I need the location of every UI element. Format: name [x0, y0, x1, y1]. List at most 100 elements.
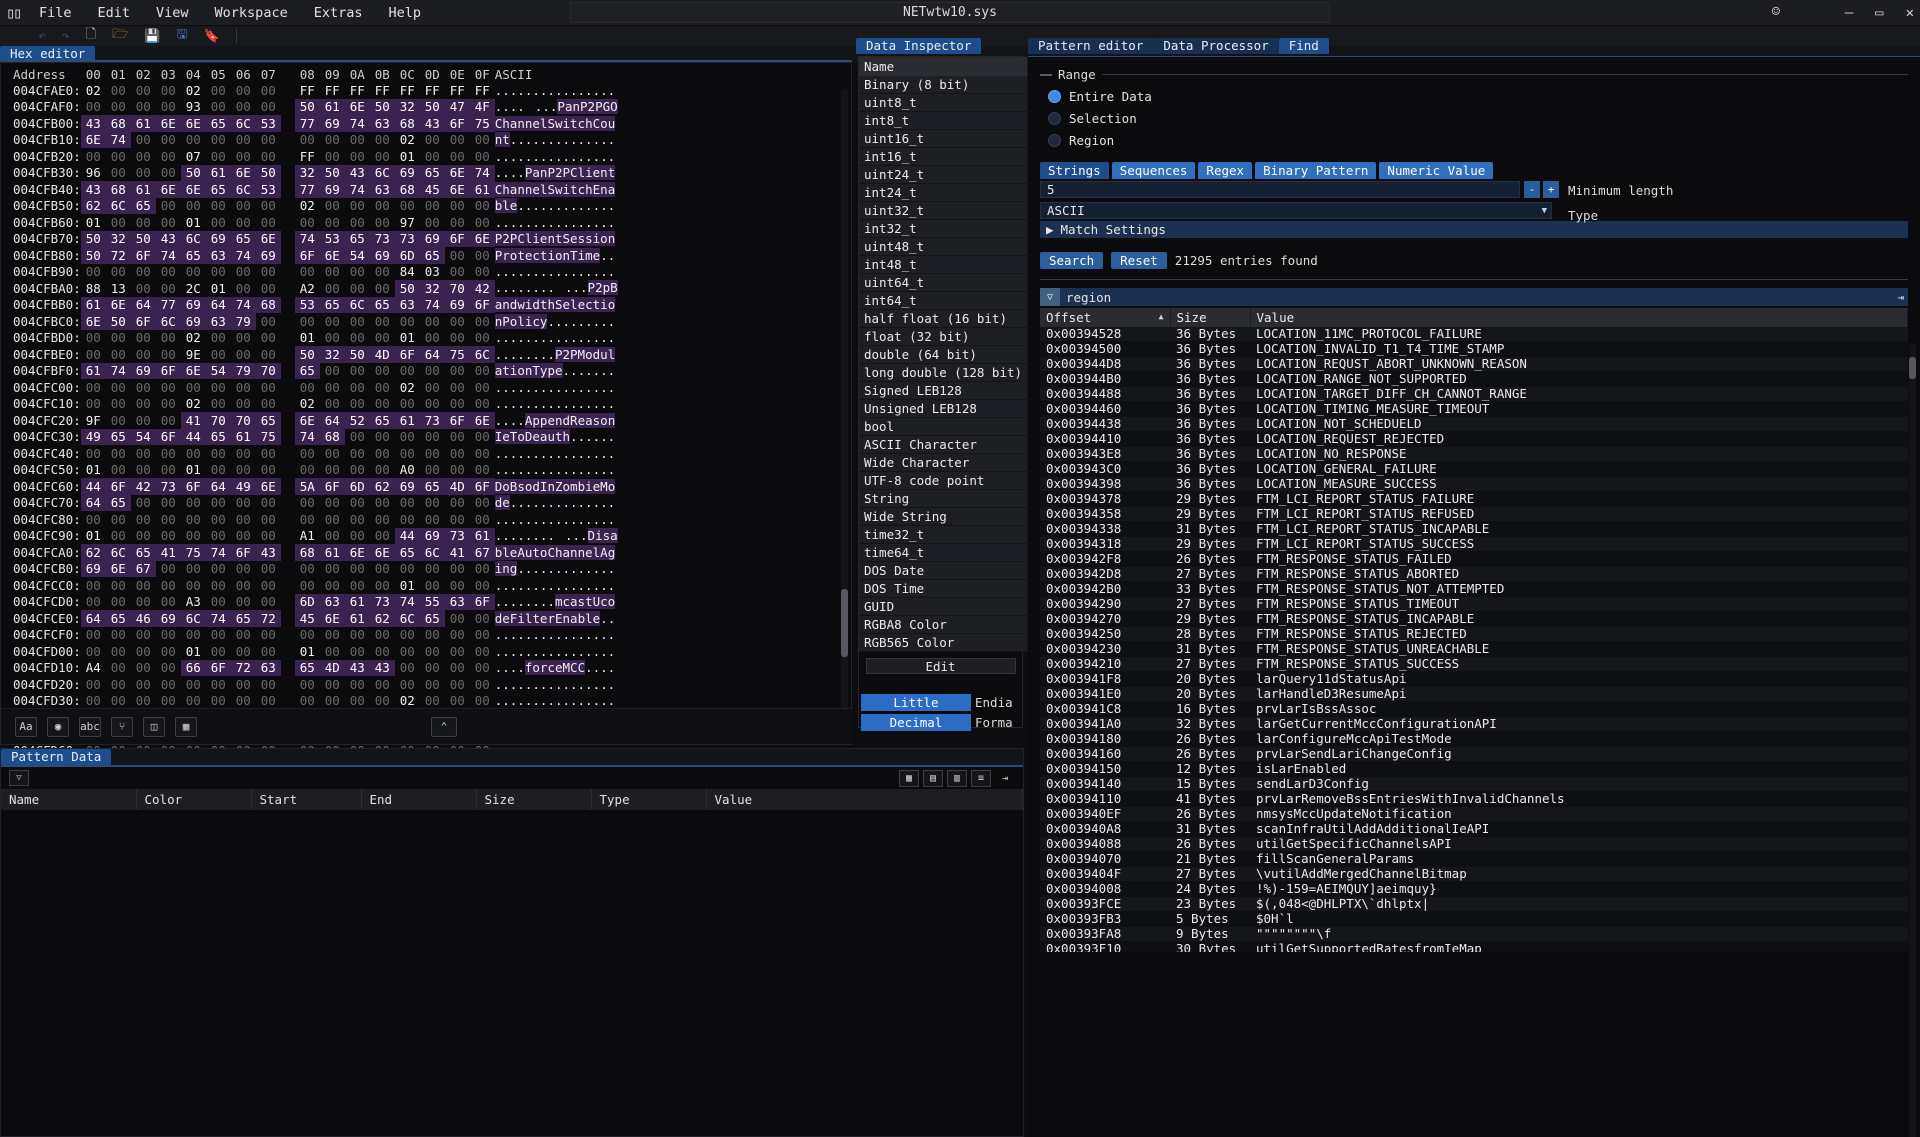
hex-byte-cell[interactable]: 00	[470, 396, 495, 413]
hex-byte-cell[interactable]: 00	[231, 280, 256, 297]
data-inspector-row[interactable]: uint64_t7	[859, 273, 1047, 292]
hex-byte-cell[interactable]: 00	[106, 594, 131, 611]
tab-find[interactable]: Find	[1278, 38, 1329, 54]
hex-byte-cell[interactable]: 6F	[205, 659, 231, 676]
hex-row[interactable]: 004CFCF0: 00 00 00 00 00 00 00 00 00 00 00 00 00 00 00 0…	[13, 627, 618, 644]
hex-byte-cell[interactable]: 02	[295, 198, 320, 215]
hex-byte-cell[interactable]: 00	[181, 528, 206, 545]
hex-byte-cell[interactable]: 00	[206, 82, 231, 99]
hex-byte-cell[interactable]: 00	[106, 82, 131, 99]
results-col-size[interactable]: Size	[1170, 308, 1251, 327]
results-row[interactable]: 0x00393F10 30 Bytes utilGetSupportedRatesf…	[1040, 941, 1908, 952]
hex-byte-cell[interactable]: 13	[106, 280, 131, 297]
menu-extras[interactable]: Extras	[301, 2, 376, 24]
hex-byte-cell[interactable]: 00	[470, 693, 495, 710]
hex-byte-cell[interactable]: 00	[370, 528, 395, 545]
results-row[interactable]: 0x00394210 27 Bytes FTM_RESPONSE_STATUS_SU…	[1040, 656, 1908, 672]
hex-byte-cell[interactable]: 65	[294, 659, 320, 676]
hex-byte-cell[interactable]: 00	[345, 313, 370, 330]
hex-byte-cell[interactable]: 43	[344, 659, 370, 676]
hex-byte-cell[interactable]: 00	[131, 330, 156, 347]
hex-byte-cell[interactable]: 00	[345, 511, 370, 528]
hex-byte-cell[interactable]: 00	[470, 214, 495, 231]
hex-byte-cell[interactable]: 00	[231, 82, 256, 99]
hex-row[interactable]: 004CFB70: 50 32 50 43 6C 69 65 6E 74 53 65 73 73 69 6F 6…	[13, 230, 618, 247]
hex-byte-cell[interactable]: 00	[445, 313, 470, 330]
hex-byte-cell[interactable]: 50	[294, 98, 320, 115]
hex-byte-cell[interactable]: FF	[295, 148, 320, 165]
hex-byte-cell[interactable]: 6E	[180, 181, 206, 198]
hex-byte-cell[interactable]: 00	[320, 577, 345, 594]
menu-file[interactable]: File	[26, 2, 85, 24]
data-inspector-row[interactable]: GUIDI	[859, 597, 1047, 616]
hex-row[interactable]: 004CFC50: 01 00 00 00 01 00 00 00 00 00 00 00 A0 00 00 0…	[13, 462, 618, 479]
hex-byte-cell[interactable]: 00	[320, 132, 345, 149]
hex-byte-cell[interactable]: 00	[295, 495, 320, 512]
hex-byte-cell[interactable]: 6E	[319, 247, 345, 264]
hex-byte-cell[interactable]: 73	[419, 412, 445, 429]
hex-byte-cell[interactable]: 00	[370, 676, 395, 693]
hex-ascii-cell[interactable]: DoBsodInZombieMo	[494, 478, 618, 495]
hex-byte-cell[interactable]: 63	[205, 247, 231, 264]
hex-byte-cell[interactable]: 64	[80, 494, 106, 511]
hex-byte-cell[interactable]: 00	[156, 264, 181, 281]
hex-byte-cell[interactable]: 00	[256, 313, 281, 330]
hex-byte-cell[interactable]: 00	[445, 264, 470, 281]
search-button[interactable]: Search	[1040, 252, 1104, 269]
hex-byte-cell[interactable]: 00	[131, 412, 156, 429]
hex-byte-cell[interactable]: 00	[470, 363, 495, 380]
sort-ascending-icon[interactable]: ▲	[1159, 312, 1164, 321]
hex-byte-cell[interactable]: 00	[445, 495, 470, 512]
minimum-length-input[interactable]: 5	[1040, 181, 1520, 198]
hex-row[interactable]: 004CFC60: 44 6F 42 73 6F 64 49 6E 5A 6F 6D 62 69 65 4D 6…	[13, 478, 618, 495]
hex-byte-cell[interactable]: 00	[420, 643, 445, 660]
hex-row[interactable]: 004CFC00: 00 00 00 00 00 00 00 00 00 00 00 00 02 00 00 0…	[13, 379, 618, 396]
hex-byte-cell[interactable]: 01	[81, 528, 106, 545]
results-row[interactable]: 0x00394398 36 Bytes LOCATION_MEASURE_SUCCE…	[1040, 476, 1908, 492]
hex-byte-cell[interactable]: 00	[131, 396, 156, 413]
hex-byte-cell[interactable]: 00	[470, 627, 495, 644]
hex-byte-cell[interactable]: 00	[470, 379, 495, 396]
results-row[interactable]: 0x003941A0 32 Bytes larGetCurrentMccConfig…	[1040, 716, 1908, 732]
hex-byte-cell[interactable]: 4F	[469, 98, 495, 115]
hex-byte-cell[interactable]: 02	[181, 82, 206, 99]
data-inspector-row[interactable]: time32_tS	[859, 525, 1047, 544]
hex-ascii-cell[interactable]: ChannelSwitchCou	[494, 115, 618, 132]
hex-row[interactable]: 004CFC90: 01 00 00 00 00 00 00 00 A1 00 00 00 44 69 73 6…	[13, 527, 618, 545]
hex-byte-cell[interactable]: 61	[469, 527, 495, 544]
hex-byte-cell[interactable]: 43	[80, 181, 106, 198]
hex-byte-cell[interactable]: 61	[344, 593, 370, 610]
hex-byte-cell[interactable]: 54	[130, 428, 156, 445]
hex-byte-cell[interactable]: 00	[81, 643, 106, 660]
data-inspector-row[interactable]: time64_tI	[859, 543, 1047, 562]
tab-regex[interactable]: Regex	[1198, 162, 1253, 179]
redo-icon[interactable]: ↷	[62, 29, 70, 44]
hex-byte-cell[interactable]: 50	[344, 346, 370, 363]
hex-byte-cell[interactable]: 00	[320, 462, 345, 479]
hex-byte-cell[interactable]: 01	[181, 462, 206, 479]
hex-byte-cell[interactable]: 77	[155, 296, 181, 313]
hex-byte-cell[interactable]: 03	[420, 264, 445, 281]
data-inspector-row[interactable]: ASCII Character'	[859, 435, 1047, 454]
hex-byte-cell[interactable]: 00	[206, 511, 231, 528]
hex-row[interactable]: 004CFBE0: 00 00 00 00 9E 00 00 00 50 32 50 4D 6F 64 75 6…	[13, 346, 618, 363]
hex-byte-cell[interactable]: 00	[206, 330, 231, 347]
hex-byte-cell[interactable]: 00	[445, 132, 470, 149]
hex-byte-cell[interactable]: 00	[131, 214, 156, 231]
hex-byte-cell[interactable]: 00	[106, 577, 131, 594]
hex-byte-cell[interactable]: 00	[370, 132, 395, 149]
hex-byte-cell[interactable]: 00	[156, 132, 181, 149]
hex-byte-cell[interactable]: 5A	[294, 478, 320, 495]
hex-ascii-cell[interactable]: ...........P2pB	[495, 280, 618, 297]
hex-byte-cell[interactable]: 65	[344, 230, 370, 247]
hex-byte-cell[interactable]: 74	[394, 593, 420, 610]
string-type-select[interactable]: ASCII ▼	[1040, 202, 1552, 219]
hex-byte-cell[interactable]: 73	[369, 230, 395, 247]
hex-byte-cell[interactable]: 63	[369, 115, 395, 132]
hex-byte-cell[interactable]: 00	[181, 445, 206, 462]
hex-byte-cell[interactable]: 74	[230, 296, 256, 313]
hex-byte-cell[interactable]: 01	[395, 577, 420, 594]
hex-byte-cell[interactable]: 65	[419, 610, 445, 627]
hex-byte-cell[interactable]: 45	[294, 610, 320, 627]
hex-byte-cell[interactable]: 00	[256, 396, 281, 413]
